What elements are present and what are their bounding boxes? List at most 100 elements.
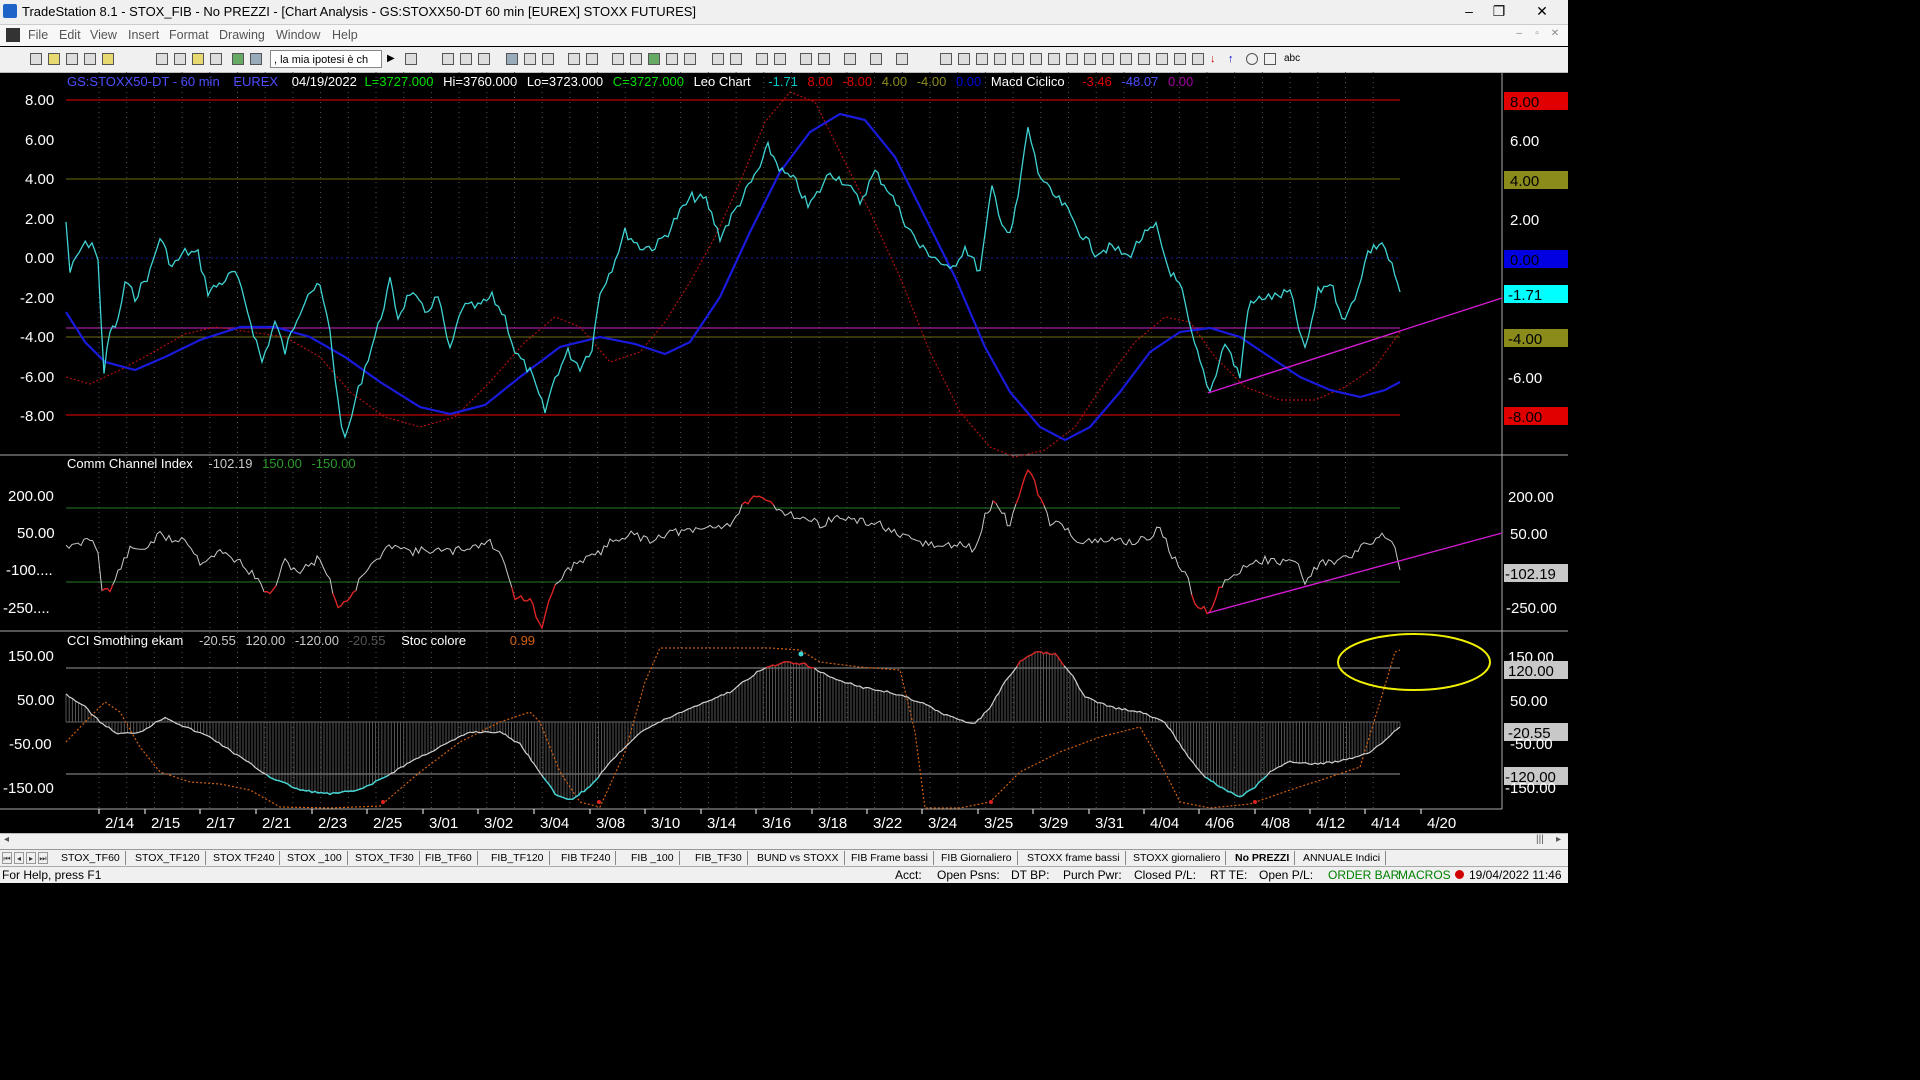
arrow-icon[interactable] [1102,53,1114,65]
tab-first-icon[interactable]: ⏮ [2,852,12,864]
tab-fib-giornaliero[interactable]: FIB Giornaliero [936,851,1018,865]
arrow-down-icon[interactable]: ↓ [1210,53,1222,65]
mdi-minimize-button[interactable]: – [1512,28,1526,42]
tab-stox-tf240[interactable]: STOX TF240 [208,851,281,865]
menu-drawing[interactable]: Drawing [219,28,265,42]
insert-indicator-icon[interactable] [232,53,244,65]
ellipse-icon[interactable] [1246,53,1258,65]
save-icon[interactable] [174,53,186,65]
bar-icon[interactable] [612,53,624,65]
fib-icon[interactable] [958,53,970,65]
document-icon[interactable] [6,28,20,42]
highlight-ellipse[interactable] [1337,633,1491,691]
comment-combo[interactable]: , la mia ipotesi è ch [270,50,382,68]
scroll-right-icon[interactable] [730,53,742,65]
vline-icon[interactable] [994,53,1006,65]
chart-icon[interactable] [506,53,518,65]
tab-last-icon[interactable]: ⏭ [38,852,48,864]
tab-prev-icon[interactable]: ◂ [14,852,24,864]
gann-icon[interactable] [1084,53,1096,65]
text-tool-icon[interactable]: abc [1284,53,1300,64]
zoom-out-icon[interactable] [774,53,786,65]
minimize-button[interactable]: – [1454,0,1484,22]
tab-stox-100[interactable]: STOX _100 [282,851,348,865]
folder-icon[interactable] [102,53,114,65]
trendline-2[interactable] [1207,532,1503,614]
regression-icon[interactable] [1066,53,1078,65]
tab-stoxx-frame-bassi[interactable]: STOXX frame bassi [1022,851,1126,865]
tab-stoxx-giornaliero[interactable]: STOXX giornaliero [1128,851,1227,865]
window3-icon[interactable] [478,53,490,65]
tab-bund-vs-stoxx[interactable]: BUND vs STOXX [752,851,845,865]
link-icon[interactable] [568,53,580,65]
menu-edit[interactable]: Edit [59,28,81,42]
tab-stox-tf120[interactable]: STOX_TF120 [130,851,206,865]
pointer-icon[interactable] [800,53,812,65]
mdi-close-button[interactable]: ✕ [1548,28,1562,42]
volume-icon[interactable] [684,53,696,65]
tab-next-icon[interactable]: ▸ [26,852,36,864]
scroll-right-arrow-icon[interactable]: ▸ [1556,834,1561,845]
format-icon[interactable] [210,53,222,65]
arc-icon[interactable] [1138,53,1150,65]
order-bar-button[interactable]: ORDER BAR [1328,868,1399,882]
pencil-icon[interactable] [1174,53,1186,65]
menu-help[interactable]: Help [332,28,358,42]
tab-fib-tf240[interactable]: FIB TF240 [556,851,617,865]
color-icon[interactable] [250,53,262,65]
close-button[interactable]: ✕ [1520,0,1564,22]
menu-format[interactable]: Format [169,28,209,42]
candle-icon[interactable] [630,53,642,65]
restore-button[interactable]: ❐ [1484,0,1514,22]
tab-fib-100[interactable]: FIB _100 [626,851,680,865]
hline-icon[interactable] [976,53,988,65]
window2-icon[interactable] [460,53,472,65]
chart3-icon[interactable] [542,53,554,65]
freehand-icon[interactable] [1192,53,1204,65]
horizontal-scrollbar[interactable]: ◂ ||| ▸ [0,833,1568,849]
search-icon[interactable] [405,53,417,65]
tab-fib-tf30[interactable]: FIB_TF30 [690,851,748,865]
trendline-icon[interactable] [940,53,952,65]
chart-canvas[interactable]: GS:STOXX50-DT - 60 min EUREX 04/19/2022 … [0,72,1568,833]
line-icon[interactable] [648,53,660,65]
arrow-up-icon[interactable]: ↑ [1228,53,1240,65]
parallel-icon[interactable] [1120,53,1132,65]
scroll-left-arrow-icon[interactable]: ◂ [4,834,9,845]
scroll-left-icon[interactable] [712,53,724,65]
rectangle-icon[interactable] [1264,53,1276,65]
channel-icon[interactable] [1012,53,1024,65]
menu-file[interactable]: File [28,28,48,42]
tab-fib-frame-bassi[interactable]: FIB Frame bassi [846,851,935,865]
calc-icon[interactable] [896,53,908,65]
chart2-icon[interactable] [524,53,536,65]
tab-stox-tf60[interactable]: STOX_TF60 [56,851,126,865]
andrews-icon[interactable] [1048,53,1060,65]
window-icon[interactable] [442,53,454,65]
angle-icon[interactable] [1030,53,1042,65]
menu-window[interactable]: Window [276,28,320,42]
trade-icon[interactable] [870,53,882,65]
play-icon[interactable]: ▶ [387,53,399,65]
hammer-icon[interactable] [844,53,856,65]
chart-area[interactable]: GS:STOXX50-DT - 60 min EUREX 04/19/2022 … [0,72,1568,833]
tab-stox-tf30[interactable]: STOX_TF30 [350,851,420,865]
point-icon[interactable] [666,53,678,65]
tab-fib-tf60[interactable]: FIB_TF60 [420,851,478,865]
copy-icon[interactable] [66,53,78,65]
menu-view[interactable]: View [90,28,117,42]
print-icon[interactable] [156,53,168,65]
lock-icon[interactable] [192,53,204,65]
tab-annuale-indici[interactable]: ANNUALE Indici [1298,851,1387,865]
tab-fib-tf120[interactable]: FIB_TF120 [486,851,550,865]
tab-no-prezzi[interactable]: No PREZZI [1230,851,1296,865]
menu-insert[interactable]: Insert [128,28,159,42]
open-icon[interactable] [48,53,60,65]
paste-icon[interactable] [84,53,96,65]
speed-icon[interactable] [1156,53,1168,65]
link2-icon[interactable] [586,53,598,65]
new-icon[interactable] [30,53,42,65]
mdi-restore-button[interactable]: ▫ [1530,28,1544,42]
crosshair-icon[interactable] [818,53,830,65]
scroll-thumb-icon[interactable]: ||| [1536,834,1544,845]
